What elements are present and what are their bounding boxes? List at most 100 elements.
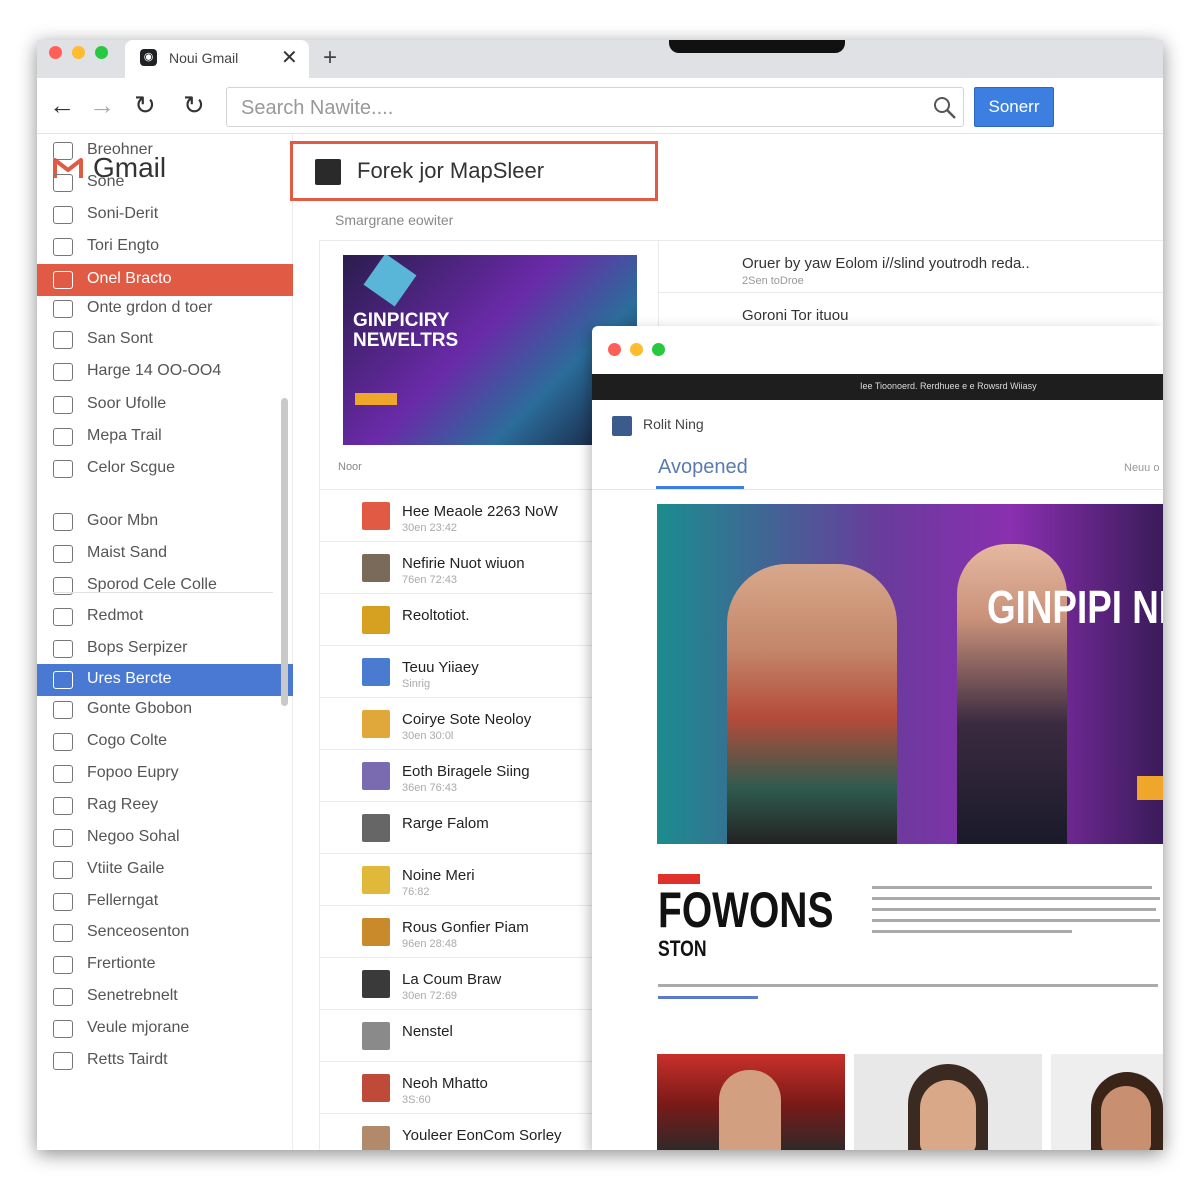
sidebar-item[interactable]: Redmot [37, 601, 293, 633]
overlay-right-link[interactable]: Neuu o [1124, 462, 1159, 474]
sidebar-item[interactable]: Frertionte [37, 949, 293, 981]
message-row[interactable]: Rous Gonfier Piam 96en 28:48 [320, 906, 610, 958]
sidebar-scrollbar[interactable] [281, 398, 288, 706]
sidebar-item[interactable]: Harge 14 OO-OO4 [37, 356, 293, 388]
search-input[interactable] [241, 94, 901, 122]
message-title: Coirye Sote Neoloy [402, 711, 532, 728]
sidebar-item[interactable]: Soni-Derit [37, 199, 293, 231]
sidebar-item[interactable]: Senetrebnelt [37, 981, 293, 1013]
sidebar-item[interactable]: Senceosenton [37, 917, 293, 949]
message-row[interactable]: Neoh Mhatto 3S:60 [320, 1062, 610, 1114]
message-thumbnail [362, 502, 390, 530]
sidebar-item[interactable]: Tori Engto [37, 231, 293, 263]
sidebar-item[interactable]: Onel Bracto [37, 264, 293, 296]
sidebar: Gmail Breohner Sone Soni-Derit Tori Engto On… [37, 134, 293, 1150]
sidebar-item-label: Vtiite Gaile [87, 860, 165, 877]
message-list: Hee Meaole 2263 NoW 30en 23:42 Nefirie Nuo… [319, 490, 610, 1150]
message-row[interactable]: Eoth Biragele Siing 36en 76:43 [320, 750, 610, 802]
sidebar-item[interactable]: Retts Tairdt [37, 1045, 293, 1077]
browser-toolbar: ← → ↻ ↻ Sonerr [37, 78, 1163, 134]
panel-label: Noor [338, 461, 362, 473]
active-tab-indicator [656, 486, 744, 489]
message-meta: 30en 30:0l [402, 730, 454, 742]
portrait-image-2[interactable] [854, 1054, 1042, 1150]
sidebar-item[interactable]: Celor Scgue [37, 453, 293, 485]
article-caption [658, 984, 1158, 987]
message-row[interactable]: Noine Meri 76:82 [320, 854, 610, 906]
browser-tab[interactable]: ◉ Noui Gmail ✕ [125, 40, 309, 78]
sidebar-item-label: Gonte Gbobon [87, 700, 192, 717]
heading-app-icon [315, 159, 341, 185]
refresh-button[interactable]: ↻ [183, 90, 205, 120]
sidebar-item[interactable]: Fopoo Eupry [37, 758, 293, 790]
sidebar-item-label: Retts Tairdt [87, 1051, 168, 1068]
forward-button[interactable]: → [89, 90, 115, 120]
sidebar-item[interactable]: Onte grdon d toer [37, 293, 293, 325]
message-title: Rarge Falom [402, 815, 489, 832]
sidebar-item[interactable]: Ures Bercte [37, 664, 293, 696]
sidebar-item[interactable]: Soor Ufolle [37, 389, 293, 421]
portrait-image-3[interactable] [1051, 1054, 1163, 1150]
circle-icon [53, 1052, 73, 1070]
site-name[interactable]: Rolit Ning [643, 416, 704, 432]
hero-cta-button[interactable] [1137, 776, 1163, 800]
back-button[interactable]: ← [49, 90, 75, 120]
overlay-minimize-dot[interactable] [630, 343, 643, 356]
sidebar-item[interactable]: Rag Reey [37, 790, 293, 822]
calculator-icon [53, 924, 73, 942]
minimize-window-dot[interactable] [72, 46, 85, 59]
note-icon [53, 300, 73, 318]
tab-opened[interactable]: Avopened [658, 456, 748, 479]
message-row[interactable]: La Coum Braw 30en 72:69 [320, 958, 610, 1010]
sidebar-item[interactable]: Gonte Gbobon [37, 694, 293, 726]
sidebar-item[interactable]: Cogo Colte [37, 726, 293, 758]
sidebar-item[interactable]: San Sont [37, 324, 293, 356]
sidebar-item[interactable]: Fellerngat [37, 886, 293, 918]
message-row[interactable]: Nenstel [320, 1010, 610, 1062]
sidebar-item[interactable]: Veule mjorane [37, 1013, 293, 1045]
sidebar-item-label: Tori Engto [87, 237, 160, 254]
sidebar-item[interactable]: Vtiite Gaile [37, 854, 293, 886]
message-row[interactable]: Teuu Yiiaey Sinrig [320, 646, 610, 698]
message-title: Rous Gonfier Piam [402, 919, 529, 936]
overlay-maximize-dot[interactable] [652, 343, 665, 356]
hero-banner-image[interactable]: GINPIPI NEWELLT [657, 504, 1163, 844]
inbox-icon [53, 142, 73, 160]
sidebar-item-label: Cogo Colte [87, 732, 168, 749]
tab-close-icon[interactable]: ✕ [281, 45, 298, 70]
sidebar-item[interactable]: Sporod Cele Colle [37, 570, 293, 602]
message-title: La Coum Braw [402, 971, 502, 988]
maximize-window-dot[interactable] [95, 46, 108, 59]
close-window-dot[interactable] [49, 46, 62, 59]
overlay-top-bar-text: Iee Tioonoerd. Rerdhuee e e Rowsrd Wiias… [860, 381, 1037, 391]
sidebar-item[interactable]: Negoo Sohal [37, 822, 293, 854]
site-logo-icon [612, 416, 632, 436]
message-row[interactable]: Hee Meaole 2263 NoW 30en 23:42 [320, 490, 610, 542]
sidebar-item-label: Rag Reey [87, 796, 159, 813]
brand-subname: STON [658, 936, 707, 961]
portrait-image-1[interactable] [657, 1054, 845, 1150]
poster-cta-button[interactable] [355, 393, 397, 405]
search-button[interactable]: Sonerr [974, 87, 1054, 127]
search-icon[interactable] [932, 95, 958, 121]
message-title: Eoth Biragele Siing [402, 763, 530, 780]
sidebar-item[interactable]: Sone [37, 167, 293, 199]
message-row[interactable]: Coirye Sote Neoloy 30en 30:0l [320, 698, 610, 750]
sidebar-item[interactable]: Bops Serpizer [37, 633, 293, 665]
sidebar-item[interactable]: Goor Mbn [37, 506, 293, 538]
sidebar-item-label: Senetrebnelt [87, 987, 178, 1004]
message-row[interactable]: Reoltotiot. [320, 594, 610, 646]
overlay-close-dot[interactable] [608, 343, 621, 356]
message-thumbnail [362, 658, 390, 686]
message-row[interactable]: Youleer EonCom Sorley [320, 1114, 610, 1150]
news-row[interactable]: Oruer by yaw Eolom i//slind youtrodh red… [659, 241, 1163, 293]
message-meta: 96en 28:48 [402, 938, 458, 950]
article-caption-link[interactable] [658, 996, 758, 999]
sidebar-item[interactable]: Breohner [37, 135, 293, 167]
message-row[interactable]: Rarge Falom [320, 802, 610, 854]
sidebar-item[interactable]: Maist Sand [37, 538, 293, 570]
sidebar-item[interactable]: Mepa Trail [37, 421, 293, 453]
message-row[interactable]: Nefirie Nuot wiuon 76en 72:43 [320, 542, 610, 594]
reload-button[interactable]: ↻ [134, 90, 156, 120]
new-tab-button[interactable]: + [323, 44, 337, 72]
